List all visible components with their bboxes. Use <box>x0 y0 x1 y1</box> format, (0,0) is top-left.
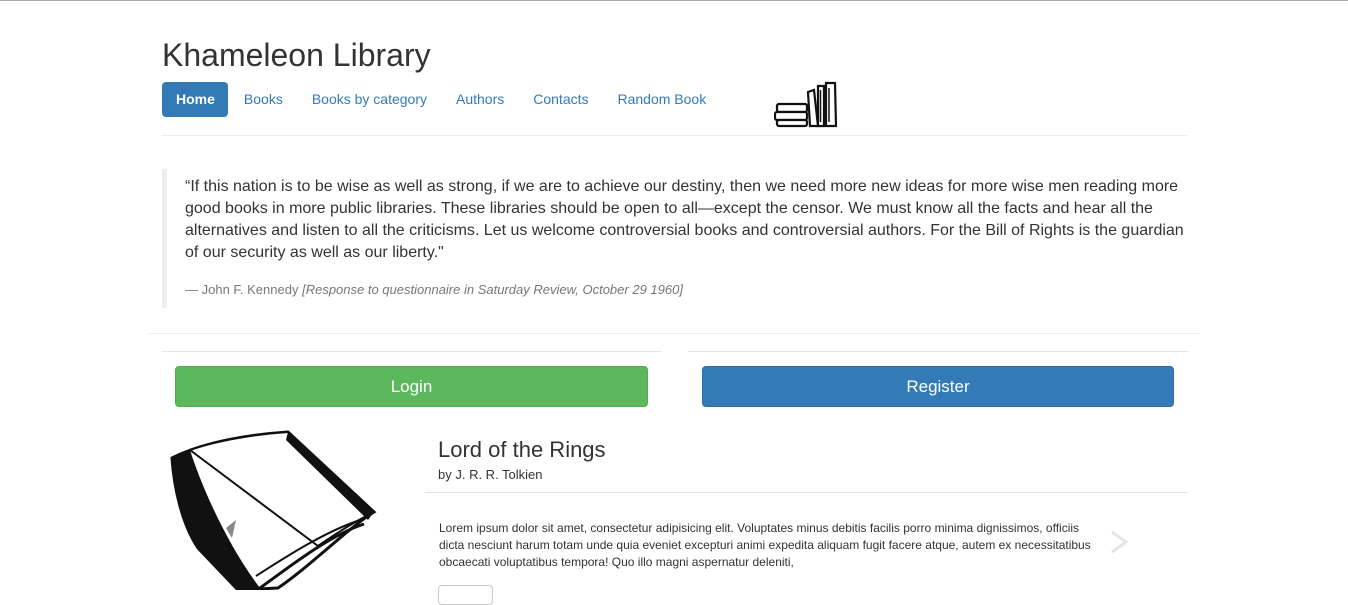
book-divider <box>425 492 1188 493</box>
books-stack-icon <box>774 81 838 128</box>
quote-text: “If this nation is to be wise as well as… <box>185 178 1184 261</box>
nav-item-contacts[interactable]: Contacts <box>519 82 601 117</box>
quote-attribution: — John F. Kennedy <box>185 282 299 297</box>
book-cover-icon <box>170 430 377 590</box>
chevron-right-icon[interactable] <box>1106 528 1132 556</box>
nav-item-books[interactable]: Books <box>230 82 296 117</box>
nav-item-random-book[interactable]: Random Book <box>604 82 720 117</box>
quote-source: [Response to questionnaire in Saturday R… <box>302 282 683 297</box>
login-column-divider <box>162 351 661 352</box>
section-divider <box>148 333 1200 334</box>
login-button[interactable]: Login <box>175 366 648 407</box>
nav-item-authors[interactable]: Authors <box>442 82 517 117</box>
main-nav: Home Books Books by category Authors Con… <box>162 82 719 117</box>
register-column-divider <box>688 351 1188 352</box>
page-title: Khameleon Library <box>162 37 431 73</box>
book-title[interactable]: Lord of the Rings <box>438 436 606 464</box>
featured-quote: “If this nation is to be wise as well as… <box>162 169 1185 308</box>
nav-item-books-by-category[interactable]: Books by category <box>298 82 440 117</box>
nav-divider <box>162 135 1188 136</box>
book-author: by J. R. R. Tolkien <box>438 467 543 482</box>
register-button[interactable]: Register <box>702 366 1174 407</box>
quote-footer: — John F. Kennedy [Response to questionn… <box>185 280 1185 300</box>
nav-item-home[interactable]: Home <box>162 82 228 117</box>
book-description: Lorem ipsum dolor sit amet, consectetur … <box>439 521 1091 569</box>
top-border <box>0 0 1348 1</box>
read-more-button[interactable] <box>438 585 493 605</box>
